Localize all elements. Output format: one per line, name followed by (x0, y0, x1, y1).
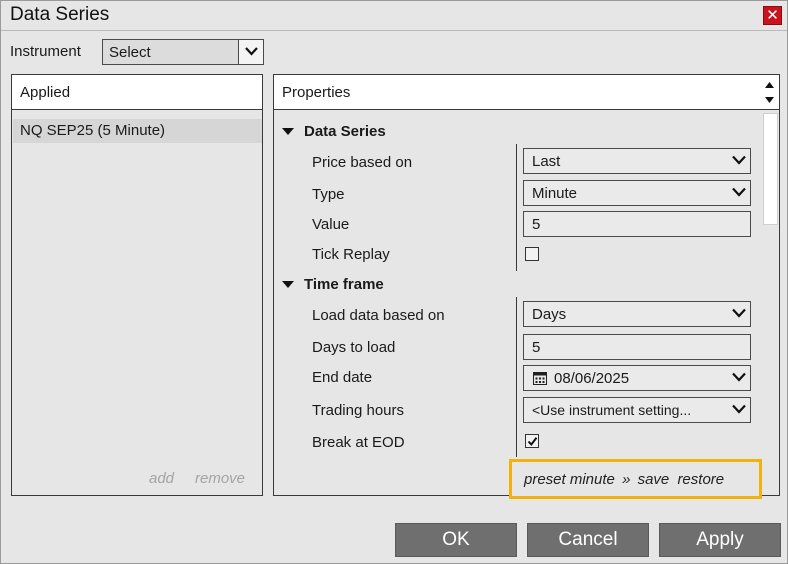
type-value: Minute (532, 185, 578, 202)
properties-header-label: Properties (282, 84, 351, 101)
trading-hours-value: <Use instrument setting... (532, 402, 692, 418)
value-label: Value (312, 216, 350, 233)
end-date-value: 08/06/2025 (554, 370, 630, 387)
column-divider[interactable] (516, 297, 517, 457)
scroll-down-icon[interactable] (762, 93, 777, 107)
cancel-button[interactable]: Cancel (527, 523, 649, 557)
end-date-label: End date (312, 369, 373, 386)
load-data-based-on-label: Load data based on (312, 307, 445, 324)
price-based-on-value: Last (532, 153, 561, 170)
scroll-up-icon[interactable] (762, 78, 777, 92)
applied-list-item[interactable]: NQ SEP25 (5 Minute) (13, 119, 262, 143)
price-based-on-label: Price based on (312, 154, 413, 171)
tick-replay-label: Tick Replay (312, 246, 390, 263)
add-link[interactable]: add (149, 470, 174, 487)
applied-header: Applied (12, 75, 262, 110)
instrument-select-value: Select (109, 44, 151, 61)
value-input-value: 5 (532, 216, 541, 233)
remove-link[interactable]: remove (195, 470, 245, 487)
break-at-eod-label: Break at EOD (312, 434, 405, 451)
save-preset-link[interactable]: save (638, 471, 670, 488)
preset-separator: » (622, 471, 631, 488)
triangle-down-icon[interactable] (282, 128, 294, 135)
end-date-picker[interactable]: 08/06/2025 (523, 365, 751, 391)
days-to-load-label: Days to load (312, 339, 396, 356)
section-title: Time frame (304, 276, 384, 293)
type-label: Type (312, 186, 345, 203)
instrument-label: Instrument (10, 43, 81, 60)
properties-scrollbar[interactable] (762, 111, 779, 491)
applied-panel: Applied NQ SEP25 (5 Minute) add remove (11, 74, 263, 496)
column-divider[interactable] (516, 144, 517, 271)
chevron-down-icon[interactable] (238, 40, 263, 64)
apply-button[interactable]: Apply (659, 523, 781, 557)
days-to-load-input[interactable]: 5 (523, 334, 751, 360)
days-to-load-value: 5 (532, 339, 541, 356)
checkmark-icon (527, 437, 538, 447)
break-at-eod-checkbox[interactable] (525, 434, 539, 448)
instrument-select[interactable]: Select (102, 39, 264, 65)
preset-minute-link[interactable]: preset minute (524, 471, 615, 488)
chevron-down-icon[interactable] (732, 308, 746, 318)
data-series-window: Data Series ✕ Instrument Select Applied … (0, 0, 788, 564)
load-data-based-on-value: Days (532, 306, 567, 323)
restore-preset-link[interactable]: restore (677, 471, 724, 488)
section-time-frame[interactable]: Time frame (282, 276, 384, 293)
tick-replay-checkbox[interactable] (525, 247, 539, 261)
calendar-icon[interactable] (533, 371, 547, 385)
section-data-series[interactable]: Data Series (282, 123, 386, 140)
value-input[interactable]: 5 (523, 211, 751, 237)
chevron-down-icon[interactable] (732, 372, 746, 382)
load-data-based-on-dropdown[interactable]: Days (523, 301, 751, 327)
properties-header: Properties (274, 75, 779, 110)
ok-button[interactable]: OK (395, 523, 517, 557)
close-icon[interactable]: ✕ (763, 6, 782, 25)
applied-header-label: Applied (20, 84, 71, 101)
type-dropdown[interactable]: Minute (523, 180, 751, 206)
section-title: Data Series (304, 123, 386, 140)
chevron-down-icon[interactable] (732, 155, 746, 165)
scrollbar-thumb[interactable] (763, 113, 778, 225)
window-title: Data Series (10, 4, 110, 25)
chevron-down-icon[interactable] (732, 404, 746, 414)
price-based-on-dropdown[interactable]: Last (523, 148, 751, 174)
trading-hours-dropdown[interactable]: <Use instrument setting... (523, 397, 751, 423)
chevron-down-icon[interactable] (732, 187, 746, 197)
trading-hours-label: Trading hours (312, 402, 404, 419)
preset-bar: preset minute » save restore (509, 459, 762, 499)
title-bar: Data Series ✕ (1, 1, 787, 31)
triangle-down-icon[interactable] (282, 281, 294, 288)
preset-links: preset minute » save restore (524, 471, 724, 488)
